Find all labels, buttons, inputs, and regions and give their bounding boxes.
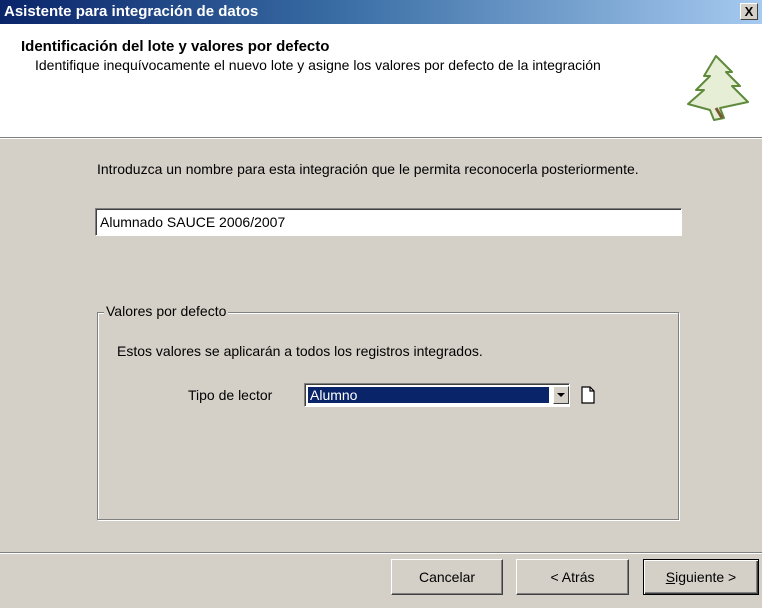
- next-mnemonic: S: [665, 569, 676, 585]
- lector-type-value: Alumno: [307, 386, 550, 404]
- page-title: Identificación del lote y valores por de…: [21, 38, 330, 55]
- lector-type-select[interactable]: Alumno: [304, 383, 570, 407]
- header-divider: [0, 138, 762, 139]
- lector-type-label: Tipo de lector: [188, 387, 273, 403]
- integration-name-input[interactable]: [95, 208, 682, 236]
- new-document-icon[interactable]: [580, 386, 596, 404]
- groupbox-legend: Valores por defecto: [104, 303, 229, 319]
- cancel-button[interactable]: Cancelar: [391, 559, 503, 595]
- close-button[interactable]: X: [740, 3, 758, 20]
- footer-divider: [0, 552, 762, 553]
- intro-text: Introduzca un nombre para esta integraci…: [97, 161, 639, 177]
- back-button[interactable]: < Atrás: [516, 559, 629, 595]
- next-label: iguiente >: [675, 569, 737, 585]
- chevron-down-icon[interactable]: [553, 386, 569, 404]
- next-button[interactable]: Siguiente >: [643, 559, 759, 595]
- title-bar: Asistente para integración de datos X: [0, 0, 762, 24]
- tree-icon: [687, 55, 749, 121]
- window-title: Asistente para integración de datos: [4, 3, 259, 20]
- page-description: Identifique inequívocamente el nuevo lot…: [35, 57, 601, 73]
- defaults-note: Estos valores se aplicarán a todos los r…: [117, 343, 483, 359]
